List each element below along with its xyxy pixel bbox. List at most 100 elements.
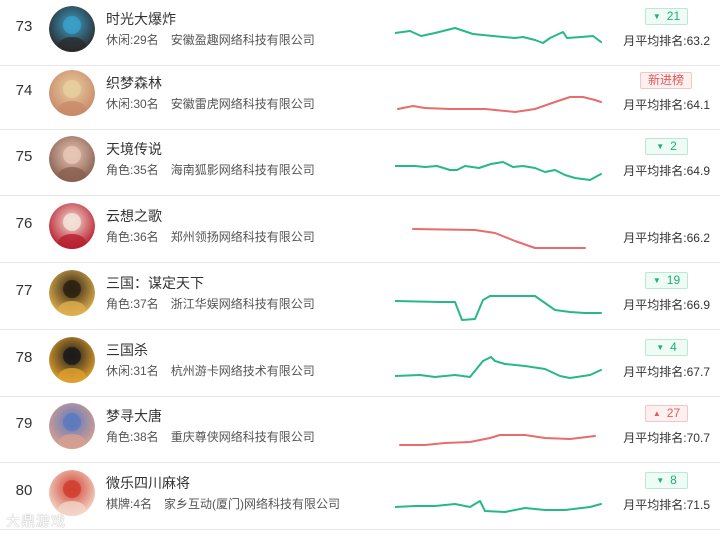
- category-rank: 角色:38名: [106, 430, 159, 444]
- trend-sparkline: [395, 161, 602, 181]
- triangle-down-icon: ▼: [656, 142, 665, 151]
- trend-sparkline: [395, 356, 602, 379]
- rank-number: 77: [15, 282, 33, 299]
- game-meta: 角色:35名 海南狐影网络科技有限公司: [106, 161, 315, 178]
- game-name[interactable]: 三国：谋定天下: [106, 273, 204, 293]
- rank-change-badge: ▼ 19: [645, 272, 688, 289]
- game-meta: 休闲:29名 安徽盈趣网络科技有限公司: [106, 31, 315, 48]
- rank-change-value: 19: [666, 273, 681, 287]
- game-meta: 角色:36名 郑州领扬网络科技有限公司: [106, 228, 315, 245]
- tang-girl-avatar-icon[interactable]: [49, 403, 95, 449]
- triangle-up-icon: ▲: [652, 409, 661, 418]
- game-meta: 角色:38名 重庆尊侠网络科技有限公司: [106, 428, 315, 445]
- company-name: 安徽雷虎网络科技有限公司: [170, 97, 315, 111]
- trend-sparkline: [395, 500, 602, 513]
- trend-line: [397, 96, 602, 113]
- trend-line: [412, 228, 586, 249]
- company-name: 浙江华娱网络科技有限公司: [170, 297, 315, 311]
- rank-number: 75: [15, 148, 33, 165]
- sanguosha-logo-avatar-icon[interactable]: [49, 337, 95, 383]
- ranking-row[interactable]: 80 微乐四川麻将 棋牌:4名 家乡互动(厦门)网络科技有限公司 ▼ 8 月平均排名:71…: [0, 464, 720, 530]
- trend-line: [399, 434, 596, 446]
- game-meta: 休闲:31名 杭州游卡网络技术有限公司: [106, 362, 315, 379]
- monthly-average-rank: 月平均排名:70.7: [623, 431, 710, 445]
- ranking-row[interactable]: 76 云想之歌角色:36名 郑州领扬网络科技有限公司 月平均排名:66.2: [0, 197, 720, 263]
- rank-number: 79: [15, 415, 33, 432]
- cartoon-avatar-icon[interactable]: [49, 6, 95, 52]
- company-name: 杭州游卡网络技术有限公司: [170, 364, 315, 378]
- trend-sparkline: [397, 96, 602, 113]
- rank-number: 78: [15, 349, 33, 366]
- costume-girl-avatar-icon[interactable]: [49, 203, 95, 249]
- trend-sparkline: [395, 27, 602, 44]
- category-rank: 角色:37名: [106, 297, 159, 311]
- monthly-average-rank: 月平均排名:71.5: [623, 498, 710, 512]
- rank-number: 74: [15, 82, 33, 99]
- rank-change-value: 27: [666, 406, 681, 420]
- mahjong-avatar-icon[interactable]: [49, 470, 95, 516]
- triangle-down-icon: ▼: [652, 12, 661, 21]
- triangle-down-icon: ▼: [656, 476, 665, 485]
- ranking-row[interactable]: 73 时光大爆炸休闲:29名 安徽盈趣网络科技有限公司 ▼ 21 月平均排名:63.2: [0, 0, 720, 66]
- game-name[interactable]: 云想之歌: [106, 206, 162, 226]
- rank-change-badge: ▲ 27: [645, 405, 688, 422]
- monthly-average-rank: 月平均排名:66.9: [623, 298, 710, 312]
- trend-line: [395, 356, 602, 379]
- watermark: 大鼎游戏: [6, 513, 66, 529]
- category-rank: 休闲:29名: [106, 33, 159, 47]
- ranking-row[interactable]: 79 梦寻大唐角色:38名 重庆尊侠网络科技有限公司 ▲ 27 月平均排名:70.7: [0, 397, 720, 463]
- ranking-row[interactable]: 78 三国杀 休闲:31名 杭州游卡网络技术有限公司 ▼ 4 月平均排名:67.7: [0, 331, 720, 397]
- game-name[interactable]: 梦寻大唐: [106, 406, 162, 426]
- category-rank: 棋牌:4名: [106, 497, 153, 511]
- new-entry-badge: 新进榜: [640, 72, 692, 89]
- game-name[interactable]: 天境传说: [106, 139, 162, 159]
- game-meta: 休闲:30名 安徽雷虎网络科技有限公司: [106, 95, 315, 112]
- rank-change-badge: ▼ 21: [645, 8, 688, 25]
- rank-change-value: 新进榜: [647, 73, 684, 87]
- anime-girl-avatar-icon[interactable]: [49, 70, 95, 116]
- trend-sparkline: [399, 434, 596, 446]
- monthly-average-rank: 月平均排名:64.1: [623, 98, 710, 112]
- rank-change-value: 21: [666, 9, 681, 23]
- company-name: 重庆尊侠网络科技有限公司: [170, 430, 315, 444]
- trend-line: [395, 27, 602, 44]
- ranking-row[interactable]: 77 三国：谋定天下角色:37名 浙江华娱网络科技有限公司 ▼ 19 月平均排名:66.…: [0, 264, 720, 330]
- rank-change-badge: ▼ 8: [645, 472, 688, 489]
- category-rank: 休闲:30名: [106, 97, 159, 111]
- rank-change-value: 2: [670, 139, 677, 153]
- rank-number: 73: [15, 18, 33, 35]
- game-name[interactable]: 织梦森林: [106, 73, 162, 93]
- trend-sparkline: [412, 228, 586, 249]
- trend-line: [395, 295, 602, 321]
- rank-number: 80: [15, 482, 33, 499]
- game-meta: 角色:37名 浙江华娱网络科技有限公司: [106, 295, 315, 312]
- category-rank: 角色:35名: [106, 163, 159, 177]
- monthly-average-rank: 月平均排名:66.2: [623, 231, 710, 245]
- calligraphy-logo-avatar-icon[interactable]: [49, 270, 95, 316]
- fantasy-girl-avatar-icon[interactable]: [49, 136, 95, 182]
- game-name[interactable]: 三国杀: [106, 340, 148, 360]
- company-name: 家乡互动(厦门)网络科技有限公司: [164, 497, 341, 511]
- trend-line: [395, 500, 602, 513]
- rank-change-value: 8: [670, 473, 677, 487]
- company-name: 海南狐影网络科技有限公司: [170, 163, 315, 177]
- monthly-average-rank: 月平均排名:67.7: [623, 365, 710, 379]
- rank-number: 76: [15, 215, 33, 232]
- rank-change-value: 4: [670, 340, 677, 354]
- company-name: 安徽盈趣网络科技有限公司: [170, 33, 315, 47]
- trend-sparkline: [395, 295, 602, 321]
- trend-line: [395, 161, 602, 181]
- monthly-average-rank: 月平均排名:63.2: [623, 34, 710, 48]
- triangle-down-icon: ▼: [656, 343, 665, 352]
- ranking-row[interactable]: 74 织梦森林休闲:30名 安徽雷虎网络科技有限公司 新进榜月平均排名:64.1: [0, 64, 720, 130]
- triangle-down-icon: ▼: [652, 276, 661, 285]
- rank-change-badge: ▼ 4: [645, 339, 688, 356]
- game-name[interactable]: 微乐四川麻将: [106, 473, 190, 493]
- company-name: 郑州领扬网络科技有限公司: [170, 230, 315, 244]
- game-name[interactable]: 时光大爆炸: [106, 9, 176, 29]
- monthly-average-rank: 月平均排名:64.9: [623, 164, 710, 178]
- rank-change-badge: ▼ 2: [645, 138, 688, 155]
- category-rank: 休闲:31名: [106, 364, 159, 378]
- category-rank: 角色:36名: [106, 230, 159, 244]
- ranking-row[interactable]: 75 天境传说 角色:35名 海南狐影网络科技有限公司 ▼ 2 月平均排名:64.9: [0, 130, 720, 196]
